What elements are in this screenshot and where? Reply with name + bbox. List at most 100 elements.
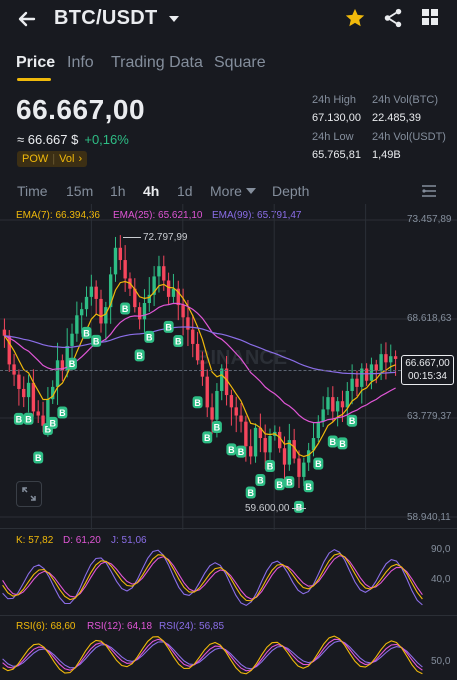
candle-body	[7, 335, 11, 365]
candle-body	[113, 247, 118, 275]
candle-body	[282, 448, 287, 465]
tab-active-indicator	[17, 78, 51, 81]
candle-body	[350, 378, 354, 391]
vol-btc-value: 22.485,39	[372, 112, 421, 124]
tab-price[interactable]: Price	[16, 54, 55, 72]
pair-title: BTC/USDT	[54, 7, 158, 29]
candle-body	[137, 307, 142, 320]
buy-marker: B	[327, 435, 338, 448]
candle-body	[360, 368, 364, 387]
buy-marker-label: B	[315, 459, 322, 469]
buy-marker: B	[173, 335, 184, 348]
candle-body	[17, 374, 21, 389]
candle-body	[239, 415, 243, 422]
buy-marker-label: B	[276, 480, 283, 490]
buy-marker-label: B	[49, 418, 56, 428]
candle-body	[26, 382, 31, 398]
candle-body	[297, 458, 301, 477]
back-arrow-icon	[18, 11, 36, 27]
favorite-button[interactable]	[344, 7, 366, 29]
pair-selector[interactable]: BTC/USDT	[54, 7, 180, 30]
vol-usdt-value: 1,49B	[372, 149, 401, 161]
buy-marker-label: B	[349, 416, 356, 426]
candle-body	[162, 266, 166, 281]
buy-marker: B	[134, 349, 145, 362]
candle-body	[316, 421, 321, 439]
candle-body	[379, 354, 383, 371]
candle-body	[89, 286, 94, 297]
buy-marker: B	[144, 330, 155, 343]
rsi-divider	[0, 615, 457, 616]
tab-info[interactable]: Info	[67, 54, 94, 72]
tf-1d[interactable]: 1d	[177, 183, 193, 199]
tf-15m[interactable]: 15m	[66, 183, 93, 199]
buy-marker: B	[192, 396, 203, 409]
tf-4h[interactable]: 4h	[143, 183, 159, 199]
candle-body	[200, 360, 205, 377]
candle-body	[321, 409, 325, 422]
candle-body	[171, 288, 176, 297]
candlestick-chart[interactable]: BINANCE BBBBBBBBBBBBBBBBBBBBBBBBBBBBBB	[0, 204, 457, 530]
grid-icon	[422, 9, 438, 25]
buy-marker: B	[226, 443, 237, 456]
vol-usdt-label: 24h Vol(USDT)	[372, 131, 446, 143]
buy-marker: B	[303, 480, 314, 493]
low-label: 24h Low	[312, 131, 354, 143]
tab-square[interactable]: Square	[214, 54, 266, 72]
back-button[interactable]	[14, 6, 40, 32]
rsi6-line	[2, 635, 423, 675]
candle-body	[205, 376, 209, 408]
fullscreen-button[interactable]	[16, 481, 42, 507]
tf-depth[interactable]: Depth	[272, 183, 309, 199]
buy-marker-label: B	[175, 337, 182, 347]
candle-body	[94, 286, 98, 299]
candle-body	[22, 388, 26, 398]
candle-body	[142, 303, 147, 320]
buy-marker-label: B	[286, 478, 293, 488]
expand-icon	[22, 487, 36, 501]
buy-marker-label: B	[267, 461, 274, 471]
candle-body	[335, 401, 340, 412]
current-price-value: 66.667,00	[405, 358, 450, 369]
kdj-divider	[0, 528, 457, 529]
current-price-tag[interactable]: 66.667,00 00:15:34	[401, 355, 454, 385]
tab-trading-data[interactable]: Trading Data	[111, 54, 203, 72]
candle-body	[326, 397, 330, 410]
tf-1h[interactable]: 1h	[110, 183, 126, 199]
buy-marker-label: B	[35, 453, 42, 463]
candle-body	[355, 378, 359, 387]
buy-marker-label: B	[247, 488, 254, 498]
buy-marker-label: B	[59, 408, 66, 418]
buy-marker: B	[211, 420, 222, 433]
trade-markers: BBBBBBBBBBBBBBBBBBBBBBBBBBBBBB	[13, 302, 358, 513]
tag-badge[interactable]: POW | Vol ›	[17, 151, 88, 167]
buy-marker: B	[284, 476, 295, 489]
high-value: 67.130,00	[312, 112, 361, 124]
tf-time[interactable]: Time	[17, 183, 48, 199]
buy-marker-label: B	[257, 476, 264, 486]
candle-body	[345, 390, 349, 408]
low-value: 65.765,81	[312, 149, 361, 161]
rsi-axis: 50,0	[431, 656, 451, 667]
grid-menu-button[interactable]	[421, 8, 439, 26]
buy-marker: B	[67, 357, 78, 370]
buy-marker-label: B	[83, 328, 90, 338]
buy-marker-label: B	[165, 322, 172, 332]
buy-marker-label: B	[305, 482, 312, 492]
candle-body	[244, 421, 248, 447]
min-price-label: 59.600,00	[245, 503, 290, 514]
candle-body	[55, 360, 60, 387]
indicator-settings-button[interactable]	[421, 183, 437, 199]
candle-body	[181, 305, 185, 318]
buy-marker: B	[33, 451, 44, 464]
current-price-line	[0, 370, 401, 371]
share-button[interactable]	[382, 7, 404, 29]
tf-more[interactable]: More	[210, 183, 256, 199]
candle-body	[229, 395, 234, 408]
share-icon	[384, 8, 402, 28]
buy-marker: B	[274, 478, 285, 491]
buy-marker: B	[163, 320, 174, 333]
countdown: 00:15:34	[408, 371, 447, 382]
candle-body	[118, 247, 123, 261]
high-label: 24h High	[312, 94, 357, 106]
